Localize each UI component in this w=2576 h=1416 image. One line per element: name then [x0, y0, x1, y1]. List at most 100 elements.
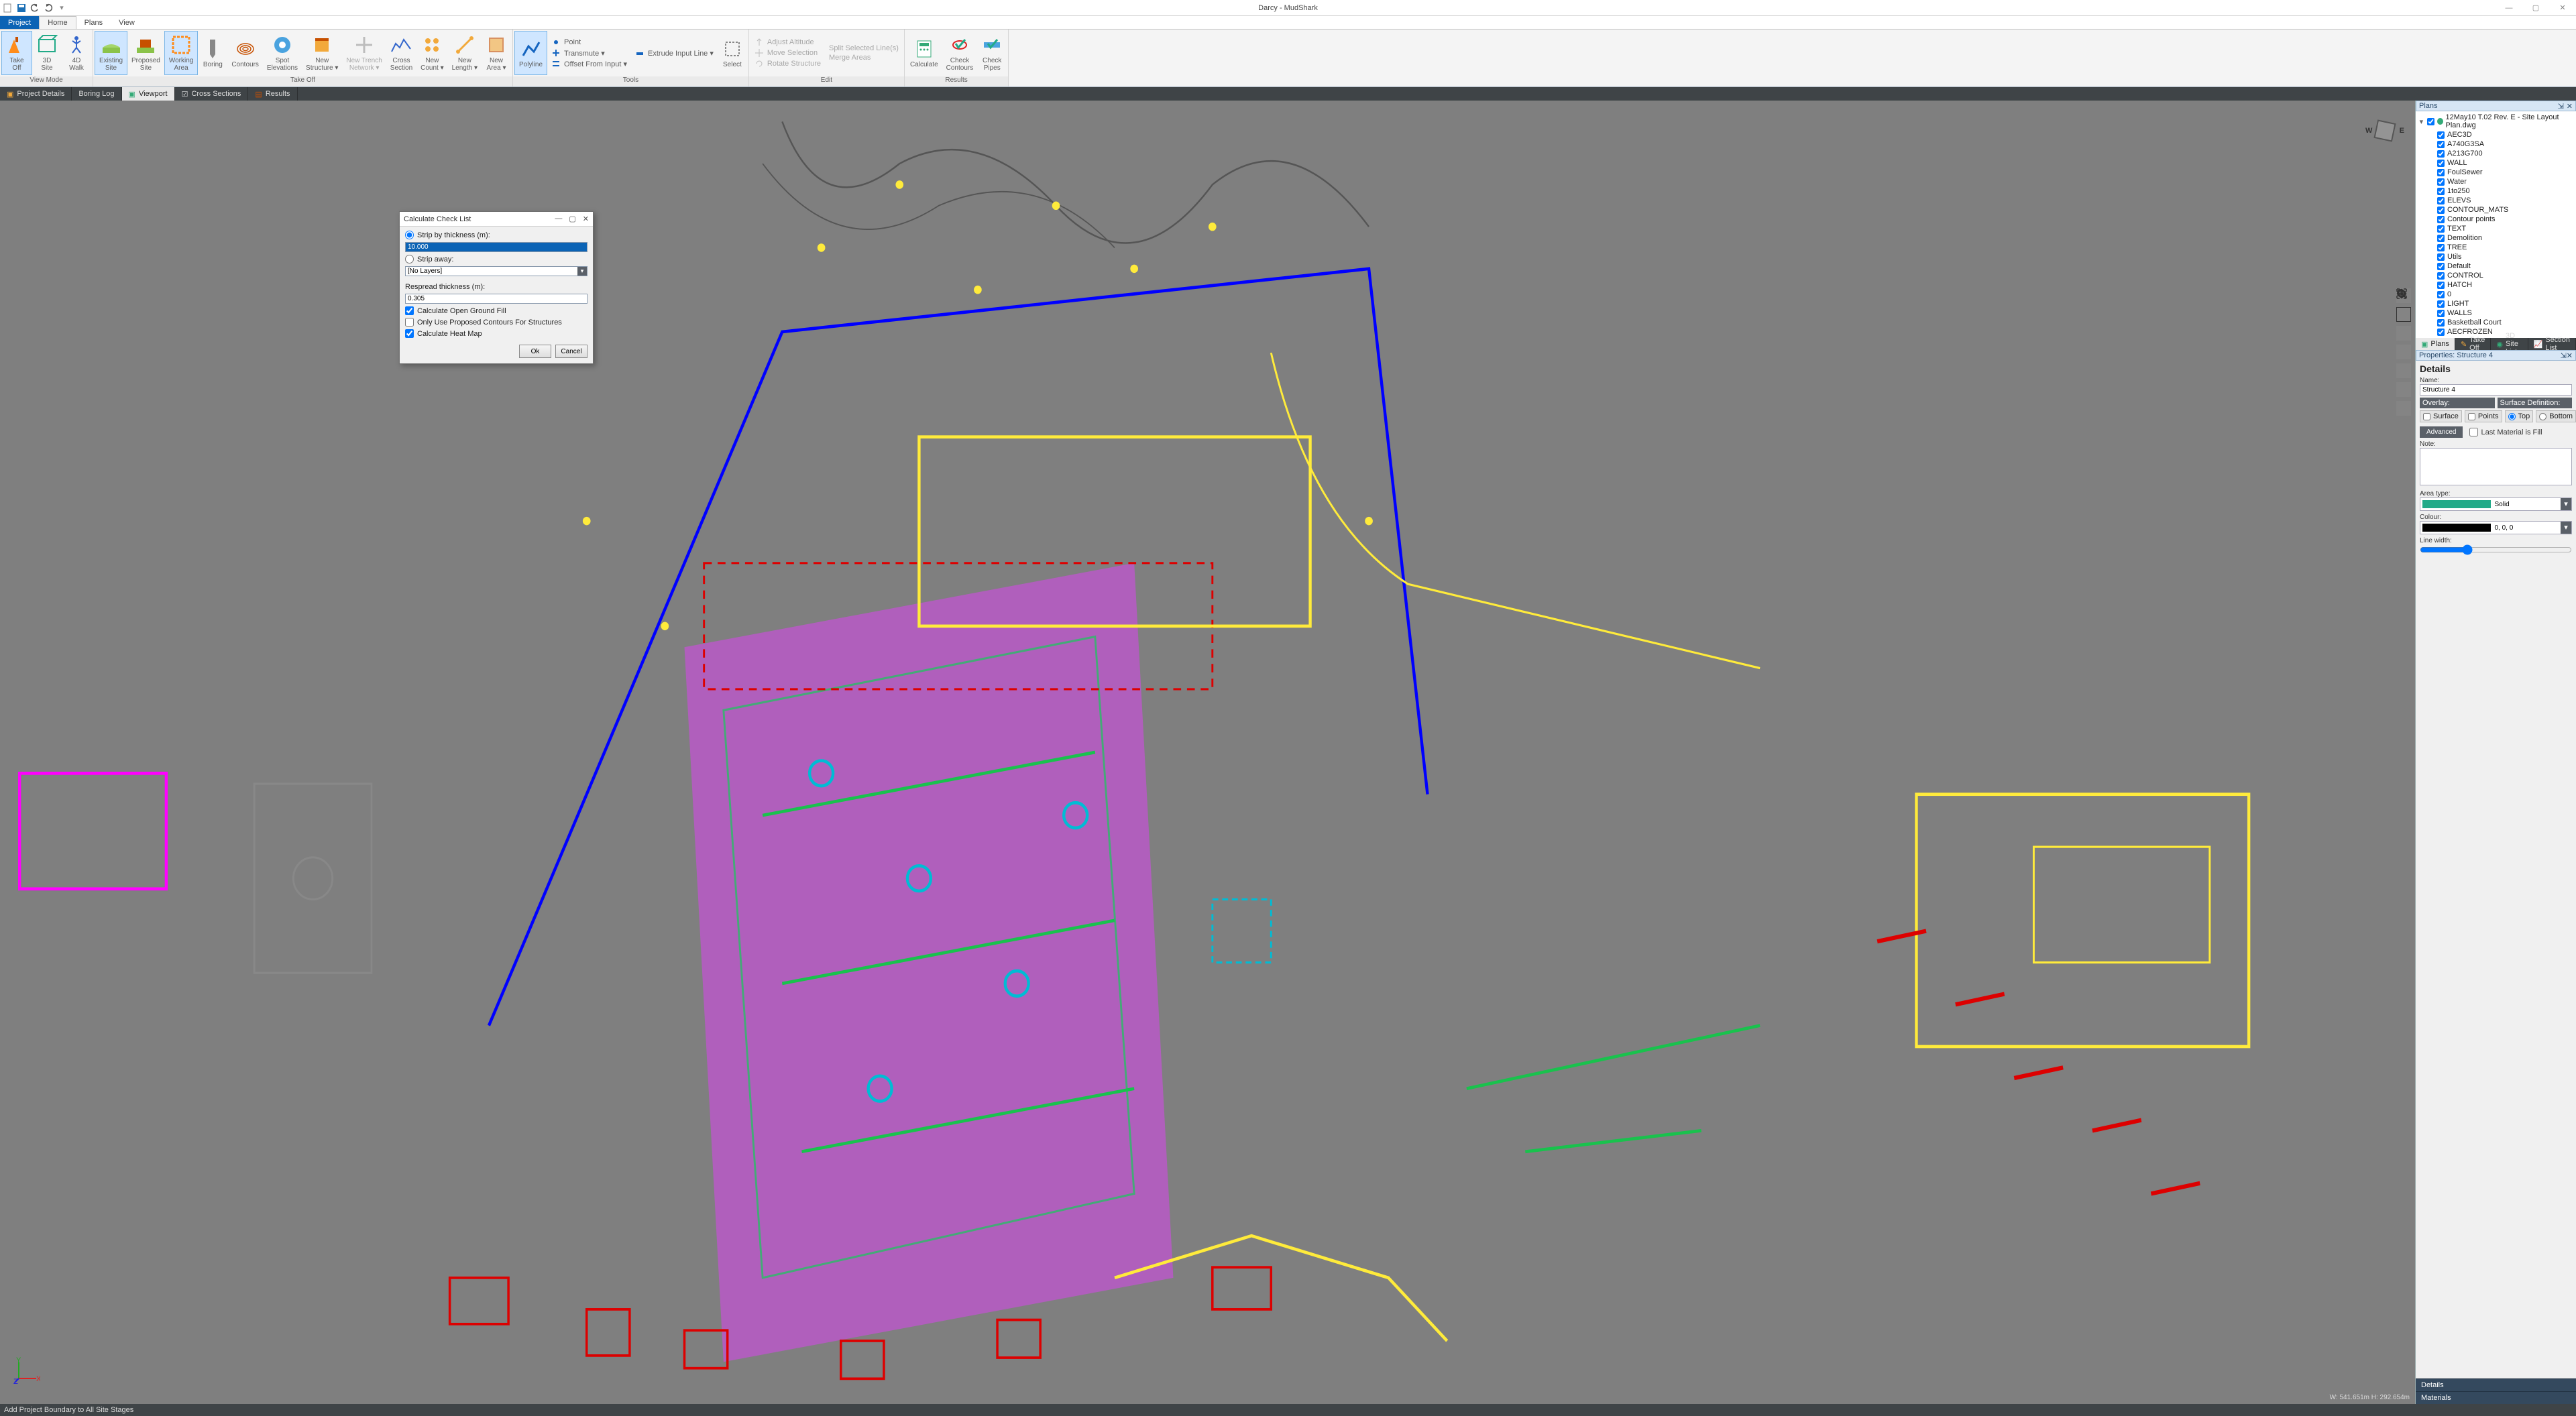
layer-item[interactable]: AEC3D: [2418, 130, 2573, 139]
layer-item[interactable]: A740G3SA: [2418, 139, 2573, 149]
respread-thickness-input[interactable]: [405, 294, 587, 304]
dialog-title-bar[interactable]: Calculate Check List — ▢ ✕: [400, 212, 593, 227]
contours-button[interactable]: Contours: [227, 31, 263, 75]
tree-root[interactable]: ▾12May10 T.02 Rev. E - Site Layout Plan.…: [2418, 113, 2573, 130]
view-compass[interactable]: W E: [2368, 114, 2402, 148]
strip-by-thickness-radio[interactable]: Strip by thickness (m):: [405, 231, 587, 239]
tab-cross-sections[interactable]: ☑Cross Sections: [175, 87, 249, 101]
tab-results[interactable]: ▤Results: [248, 87, 297, 101]
layer-item[interactable]: CONTOUR_MATS: [2418, 205, 2573, 215]
calc-heat-map-checkbox[interactable]: Calculate Heat Map: [405, 329, 587, 338]
structure-name-input[interactable]: [2420, 384, 2572, 396]
point-tool[interactable]: Point: [551, 38, 627, 47]
layer-item[interactable]: Demolition: [2418, 233, 2573, 243]
only-proposed-contours-checkbox[interactable]: Only Use Proposed Contours For Structure…: [405, 318, 587, 327]
layer-item[interactable]: A213G700: [2418, 149, 2573, 158]
qat-redo-icon[interactable]: [43, 3, 54, 13]
window-minimize-button[interactable]: —: [2496, 0, 2522, 16]
panel-close-icon[interactable]: ✕: [2567, 352, 2573, 360]
qat-save-icon[interactable]: [16, 3, 27, 13]
boring-button[interactable]: Boring: [198, 31, 227, 75]
surfdef-top-option[interactable]: Top: [2505, 410, 2534, 422]
qat-dropdown-icon[interactable]: ▾: [56, 3, 67, 13]
layer-item[interactable]: WALL: [2418, 158, 2573, 168]
iso-view-icon[interactable]: [2396, 401, 2411, 416]
cross-section-button[interactable]: Cross Section: [386, 31, 416, 75]
dialog-ok-button[interactable]: Ok: [519, 345, 551, 358]
last-material-is-fill-checkbox[interactable]: Last Material is Fill: [2469, 428, 2542, 436]
tab-viewport[interactable]: ▣Viewport: [122, 87, 175, 101]
calc-open-ground-fill-checkbox[interactable]: Calculate Open Ground Fill: [405, 306, 587, 315]
merge-areas-tool[interactable]: Merge Areas: [829, 54, 899, 62]
window-close-button[interactable]: ✕: [2549, 0, 2576, 16]
note-textarea[interactable]: [2420, 448, 2572, 485]
layer-item[interactable]: LIGHT: [2418, 299, 2573, 308]
panel-pin-icon[interactable]: ⇲: [2561, 352, 2567, 360]
strip-away-radio[interactable]: Strip away:: [405, 255, 587, 263]
strip-away-select[interactable]: [No Layers]▾: [405, 266, 587, 276]
qat-new-icon[interactable]: [3, 3, 13, 13]
layer-item[interactable]: TEXT: [2418, 224, 2573, 233]
midtab-3d-site-list[interactable]: ◉3D Site List: [2491, 338, 2528, 350]
spot-elevations-button[interactable]: Spot Elevations: [263, 31, 302, 75]
layer-item[interactable]: AECFROZEN: [2418, 327, 2573, 337]
dialog-cancel-button[interactable]: Cancel: [555, 345, 587, 358]
existing-site-button[interactable]: Existing Site: [95, 31, 127, 75]
window-maximize-button[interactable]: ▢: [2522, 0, 2549, 16]
layer-item[interactable]: TREE: [2418, 243, 2573, 252]
line-width-slider[interactable]: [2420, 544, 2572, 555]
qat-undo-icon[interactable]: [30, 3, 40, 13]
area-type-select[interactable]: Solid▾: [2420, 497, 2572, 511]
working-area-button[interactable]: Working Area: [164, 31, 199, 75]
dialog-minimize-button[interactable]: —: [555, 215, 562, 223]
adjust-altitude-tool[interactable]: Adjust Altitude: [754, 38, 821, 47]
ribbon-tab-plans[interactable]: Plans: [76, 16, 111, 29]
tab-boring-log[interactable]: Boring Log: [72, 87, 121, 101]
advanced-button[interactable]: Advanced: [2420, 426, 2463, 438]
midtab-take-off[interactable]: ✎Take Off: [2455, 338, 2491, 350]
layer-item[interactable]: Utils: [2418, 252, 2573, 261]
tab-project-details[interactable]: ▣Project Details: [0, 87, 72, 101]
check-contours-button[interactable]: Check Contours: [942, 31, 978, 75]
ribbon-tab-view[interactable]: View: [111, 16, 143, 29]
panel-close-icon[interactable]: ✕: [2567, 102, 2573, 111]
new-trench-network-button[interactable]: New Trench Network ▾: [342, 31, 386, 75]
take-off-button[interactable]: Take Off: [1, 31, 32, 75]
dialog-close-button[interactable]: ✕: [583, 215, 589, 223]
new-count-button[interactable]: New Count ▾: [416, 31, 447, 75]
new-structure-button[interactable]: New Structure ▾: [302, 31, 342, 75]
layer-item[interactable]: CONTROL: [2418, 271, 2573, 280]
walk-4d-button[interactable]: 4D Walk: [62, 31, 91, 75]
ribbon-tab-home[interactable]: Home: [39, 16, 76, 29]
strip-thickness-input[interactable]: [405, 242, 587, 252]
split-selected-lines-tool[interactable]: Split Selected Line(s): [829, 44, 899, 52]
new-length-button[interactable]: New Length ▾: [448, 31, 482, 75]
layer-item[interactable]: ELEVS: [2418, 196, 2573, 205]
select-button[interactable]: Select: [718, 31, 747, 75]
panel-pin-icon[interactable]: ⇲: [2558, 102, 2564, 111]
proposed-site-button[interactable]: Proposed Site: [127, 31, 164, 75]
transmute-tool[interactable]: Transmute ▾: [551, 48, 627, 58]
check-pipes-button[interactable]: Check Pipes: [977, 31, 1007, 75]
calculate-button[interactable]: Calculate: [906, 31, 942, 75]
layer-item[interactable]: Contour points: [2418, 215, 2573, 224]
midtab-section-list[interactable]: 📈Section List: [2528, 338, 2576, 350]
midtab-plans[interactable]: ▣Plans: [2416, 338, 2455, 350]
overlay-points-option[interactable]: Points: [2465, 410, 2502, 422]
layer-item[interactable]: Water: [2418, 177, 2573, 186]
move-selection-tool[interactable]: Move Selection: [754, 48, 821, 58]
layer-item[interactable]: Basketball Court: [2418, 318, 2573, 327]
polyline-button[interactable]: Polyline: [514, 31, 547, 75]
layer-item[interactable]: WALLS: [2418, 308, 2573, 318]
bottom-tab-materials[interactable]: Materials: [2416, 1391, 2576, 1404]
colour-select[interactable]: 0, 0, 0▾: [2420, 521, 2572, 534]
viewport-canvas[interactable]: W E YXZ W: 541.651m H: 292.654m: [0, 101, 2415, 1404]
ribbon-tab-project[interactable]: Project: [0, 16, 39, 29]
layer-item[interactable]: Default: [2418, 261, 2573, 271]
extrude-input-line-tool[interactable]: Extrude Input Line ▾: [635, 48, 714, 58]
rotate-structure-tool[interactable]: Rotate Structure: [754, 59, 821, 68]
surfdef-bottom-option[interactable]: Bottom: [2536, 410, 2576, 422]
bottom-tab-details[interactable]: Details: [2416, 1378, 2576, 1391]
layer-item[interactable]: FoulSewer: [2418, 168, 2573, 177]
offset-from-input-tool[interactable]: Offset From Input ▾: [551, 59, 627, 68]
